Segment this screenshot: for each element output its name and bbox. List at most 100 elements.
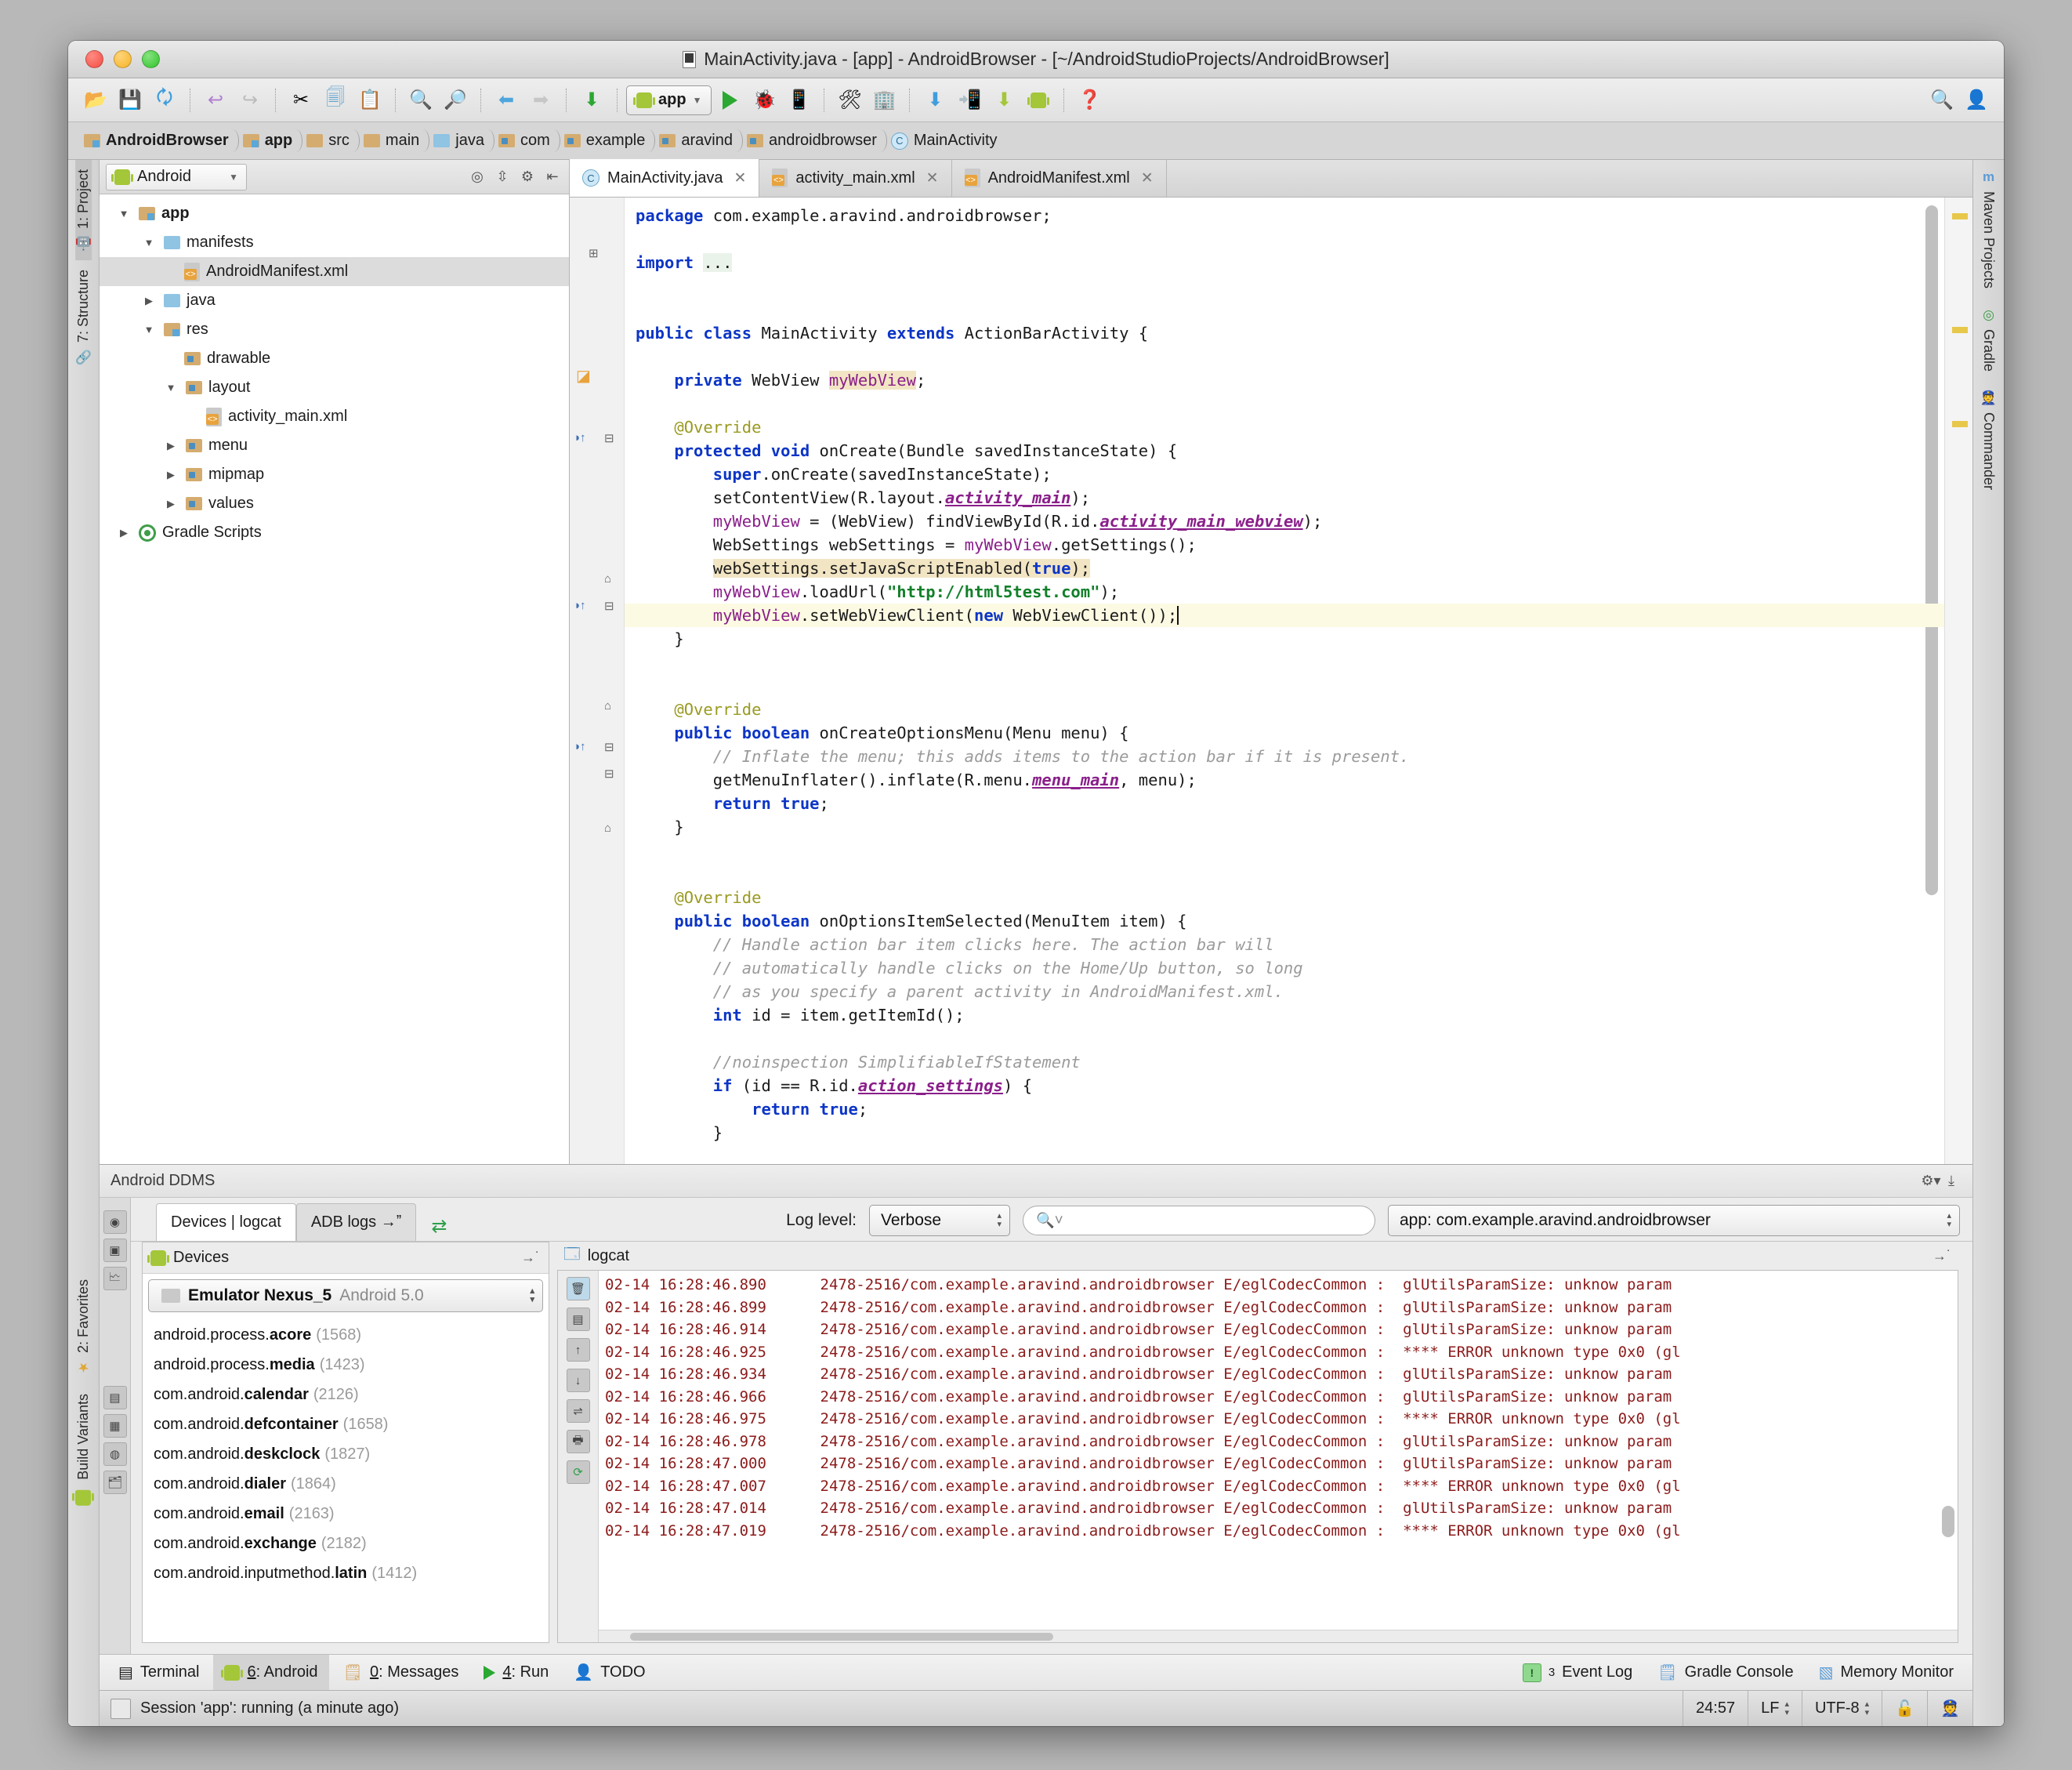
fold-end-icon[interactable]: ⌂ (604, 572, 611, 586)
tab-adb-logs[interactable]: ADB logs →ˮ (296, 1203, 417, 1241)
list-item[interactable]: com.android.exchange(2182) (154, 1529, 549, 1558)
down-arrow-icon[interactable]: ↓ (567, 1369, 590, 1392)
tree-item-androidmanifest[interactable]: AndroidManifest.xml (100, 257, 569, 286)
tab-gradle-console[interactable]: 🗒 Gradle Console (1646, 1655, 1804, 1691)
fold-end-icon[interactable]: ⌂ (604, 822, 611, 835)
close-icon[interactable]: ✕ (734, 169, 746, 187)
sidebar-item-structure[interactable]: 🔗 7: Structure (75, 260, 92, 374)
sdk-manager-icon[interactable]: 🛠 (833, 84, 866, 117)
process-list[interactable]: android.process.acore(1568) android.proc… (143, 1318, 549, 1642)
system-info-icon[interactable]: 🗠 (103, 1267, 127, 1290)
back-icon[interactable]: ⬅ (490, 84, 523, 117)
tab-androidmanifest-xml[interactable]: AndroidManifest.xml ✕ (952, 159, 1167, 197)
list-item[interactable]: android.process.acore(1568) (154, 1320, 549, 1350)
twisty-down-icon[interactable]: ▼ (115, 208, 132, 219)
hector-inspector-icon[interactable]: 👮 (1927, 1691, 1972, 1727)
hide-panel-icon[interactable]: ⇤ (542, 167, 563, 187)
terminate-icon[interactable]: ▤ (103, 1386, 127, 1409)
line-separator-select[interactable]: LF ▴▾ (1748, 1691, 1802, 1727)
tab-activity-main-xml[interactable]: activity_main.xml ✕ (759, 159, 951, 197)
paste-icon[interactable]: 📋 (353, 84, 386, 117)
scroll-lock-icon[interactable]: ▤ (567, 1308, 590, 1331)
list-item[interactable]: android.process.media(1423) (154, 1350, 549, 1380)
breadcrumb-item-androidbrowser[interactable]: AndroidBrowser (79, 122, 238, 160)
sidebar-item-commander[interactable]: 👮 Commander (1980, 381, 1997, 499)
fold-collapse-icon[interactable]: ⊟ (604, 431, 614, 445)
hide-panel-icon[interactable]: →˙ (1932, 1246, 1952, 1266)
fold-collapse-icon[interactable]: ⊟ (604, 740, 614, 754)
fold-expand-icon[interactable]: ⊞ (589, 246, 599, 260)
override-marker-icon[interactable]: ◑↑ (573, 740, 586, 753)
log-level-select[interactable]: Verbose ▴▾ (869, 1205, 1010, 1236)
search-everywhere-icon[interactable]: 🔍 (1925, 84, 1958, 117)
tree-item-java[interactable]: ▶ java (100, 286, 569, 315)
tree-item-menu[interactable]: ▶ menu (100, 431, 569, 460)
close-icon[interactable]: ✕ (926, 169, 939, 187)
stepper-icon[interactable]: ▴▾ (530, 1288, 534, 1304)
tree-item-activity-main-xml[interactable]: activity_main.xml (100, 402, 569, 431)
tree-item-app[interactable]: ▼ app (100, 199, 569, 228)
twisty-down-icon[interactable]: ▼ (162, 382, 179, 394)
tree-item-res[interactable]: ▼ res (100, 315, 569, 344)
editor-gutter[interactable]: ⊞ ◪ ◑↑ ⊟ ⌂ ◑↑ ⊟ ⌂ ◑↑ ⊟ ⊟ ⌂ (570, 198, 625, 1164)
sidebar-item-maven-projects[interactable]: m Maven Projects (1980, 160, 1997, 298)
tab-terminal[interactable]: ▤ Terminal (107, 1655, 210, 1691)
caret-position[interactable]: 24:57 (1683, 1691, 1748, 1727)
stripe-mark[interactable] (1952, 213, 1968, 219)
list-item[interactable]: com.android.defcontainer(1658) (154, 1409, 549, 1439)
list-item[interactable]: com.android.inputmethod.latin(1412) (154, 1558, 549, 1588)
breadcrumb-item-example[interactable]: example (560, 122, 655, 160)
collapse-all-icon[interactable]: ⇳ (492, 167, 513, 187)
breadcrumb-item-src[interactable]: src (302, 122, 359, 160)
android-icon[interactable] (1022, 84, 1055, 117)
sidebar-item-favorites[interactable]: ★ 2: Favorites (75, 1270, 92, 1384)
print-icon[interactable]: 🖶 (567, 1430, 590, 1453)
breadcrumb-item-com[interactable]: com (494, 122, 560, 160)
sync-icon[interactable]: 🗘 (148, 84, 181, 117)
save-all-icon[interactable]: 💾 (114, 84, 147, 117)
settings-gear-icon[interactable]: ⚙ (517, 167, 538, 187)
open-folder-icon[interactable]: 📂 (79, 84, 112, 117)
tree-item-mipmap[interactable]: ▶ mipmap (100, 460, 569, 489)
logcat-search-input[interactable]: 🔍˅ (1023, 1206, 1375, 1235)
dump-heap-icon[interactable]: ▦ (103, 1414, 127, 1438)
logcat-vertical-scrollbar[interactable] (1942, 1506, 1954, 1537)
tab-run[interactable]: 4: Run (473, 1655, 560, 1691)
find-icon[interactable]: 🔍 (404, 84, 437, 117)
user-account-icon[interactable]: 👤 (1960, 84, 1993, 117)
tab-mainactivity-java[interactable]: C MainActivity.java ✕ (570, 159, 759, 197)
settings-gear-icon[interactable]: ⚙▾ (1921, 1171, 1941, 1191)
tree-item-drawable[interactable]: drawable (100, 344, 569, 373)
tab-android[interactable]: 6: Android (213, 1655, 328, 1691)
copy-icon[interactable]: 🗐 (319, 84, 352, 117)
override-marker-icon[interactable]: ◑↑ (573, 599, 586, 612)
list-item[interactable]: com.android.calendar(2126) (154, 1380, 549, 1409)
logcat-output[interactable]: 02-14 16:28:46.890 2478-2516/com.example… (599, 1271, 1958, 1630)
twisty-right-icon[interactable]: ▶ (140, 295, 158, 307)
device-selector[interactable]: Emulator Nexus_5 Android 5.0 ▴▾ (148, 1279, 543, 1312)
list-item[interactable]: com.android.email(2163) (154, 1499, 549, 1529)
tree-item-layout[interactable]: ▼ layout (100, 373, 569, 402)
trash-icon[interactable]: 🗑 (567, 1277, 590, 1300)
twisty-down-icon[interactable]: ▼ (140, 237, 158, 248)
breadcrumb-item-main[interactable]: main (359, 122, 429, 160)
twisty-right-icon[interactable]: ▶ (162, 469, 179, 481)
gradle-sync-icon[interactable]: ⬇ (918, 84, 951, 117)
tree-item-manifests[interactable]: ▼ manifests (100, 228, 569, 257)
replace-icon[interactable]: 🔎 (439, 84, 472, 117)
android-device-monitor-icon[interactable]: 📲 (953, 84, 986, 117)
breadcrumb-item-mainactivity[interactable]: C MainActivity (886, 122, 1007, 160)
stepper-icon[interactable]: ▴▾ (1865, 1701, 1870, 1717)
tab-memory-monitor[interactable]: ▧ Memory Monitor (1808, 1655, 1965, 1691)
logcat-horizontal-scrollbar[interactable] (599, 1630, 1958, 1642)
fold-collapse-icon[interactable]: ⊟ (604, 599, 614, 613)
cut-icon[interactable]: ✂ (284, 84, 317, 117)
breadcrumb-item-aravind[interactable]: aravind (654, 122, 742, 160)
sidebar-item-project[interactable]: 🤖 1: Project (75, 160, 92, 260)
method-trace-icon[interactable]: ◍ (103, 1442, 127, 1466)
restart-logcat-icon[interactable]: ⇄ (429, 1216, 449, 1236)
source-code[interactable]: package com.example.aravind.androidbrows… (625, 198, 1944, 1144)
redo-icon[interactable]: ↪ (234, 84, 266, 117)
locate-icon[interactable]: ◎ (467, 167, 487, 187)
stepper-icon[interactable]: ▴▾ (1784, 1701, 1789, 1717)
